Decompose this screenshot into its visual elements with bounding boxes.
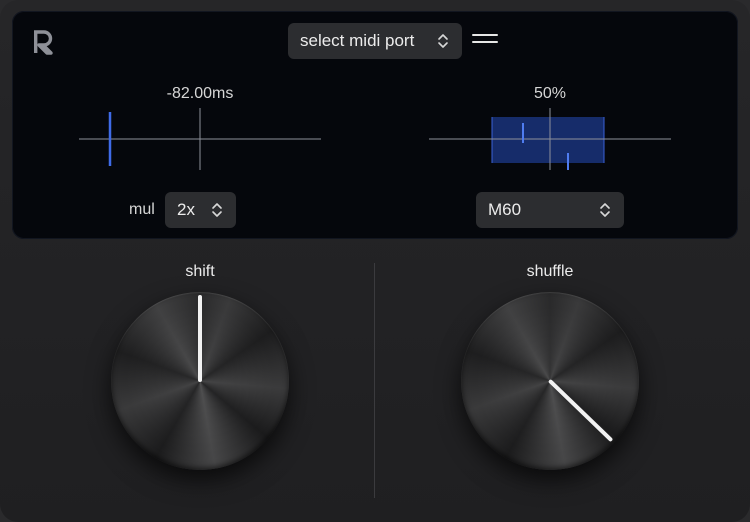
chevron-up-down-icon xyxy=(212,203,222,217)
shuffle-knob-title: shuffle xyxy=(526,263,574,280)
logo-icon xyxy=(34,30,53,55)
mul-dropdown[interactable]: 2x xyxy=(165,192,236,228)
shuffle-readout: 50% xyxy=(533,85,567,102)
shuffle-knob-pointer xyxy=(547,378,614,443)
shift-knob[interactable] xyxy=(111,292,289,470)
shift-knob-pointer xyxy=(198,295,202,382)
midi-port-dropdown[interactable]: select midi port xyxy=(288,23,462,59)
shuffle-preset-dropdown[interactable]: M60 xyxy=(476,192,624,228)
plugin-window: select midi port -82.00ms 50% mul 2x M60… xyxy=(0,0,750,522)
shift-knob-title: shift xyxy=(185,263,215,280)
mul-value: 2x xyxy=(177,200,195,219)
hamburger-icon[interactable] xyxy=(472,34,498,48)
shift-readout: -82.00ms xyxy=(166,85,234,102)
shuffle-scope xyxy=(429,108,671,170)
shuffle-window xyxy=(492,117,604,163)
shift-scope xyxy=(79,108,321,170)
shuffle-knob[interactable] xyxy=(461,292,639,470)
midi-port-label: select midi port xyxy=(300,31,415,50)
shuffle-preset-value: M60 xyxy=(488,200,522,219)
section-divider xyxy=(374,263,375,498)
chevron-up-down-icon xyxy=(438,34,448,48)
mul-label: mul xyxy=(129,201,155,218)
display-panel: select midi port -82.00ms 50% mul 2x M60 xyxy=(12,11,738,239)
chevron-up-down-icon xyxy=(600,203,610,217)
